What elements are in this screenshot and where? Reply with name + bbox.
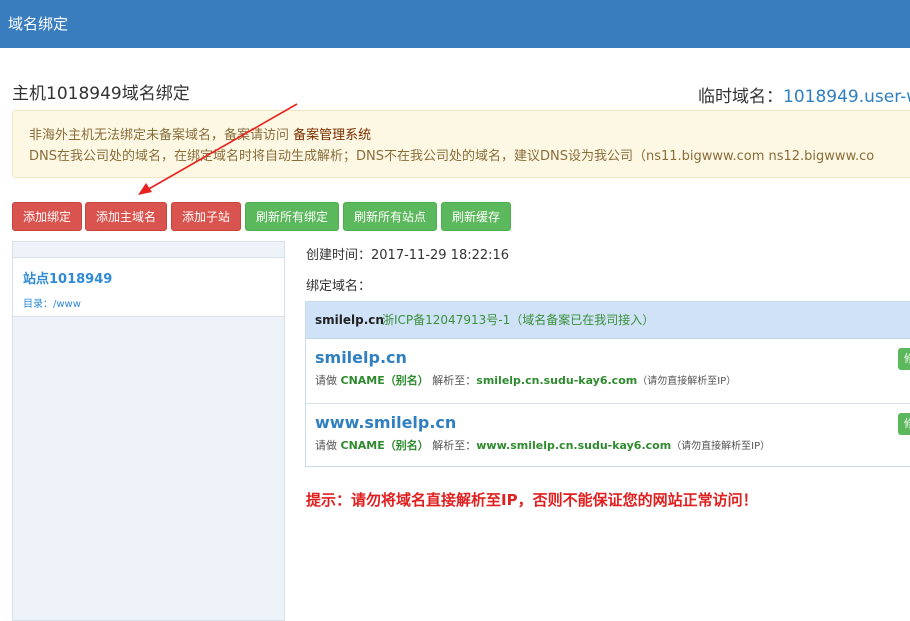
temp-domain-label: 临时域名： — [698, 87, 783, 107]
instruction-mid: 解析至： — [428, 439, 477, 452]
edit-button[interactable]: 修 — [898, 348, 910, 370]
domain-entry: www.smilelp.cn 请做 CNAME（别名） 解析至：www.smil… — [306, 404, 910, 468]
refresh-all-sites-button[interactable]: 刷新所有站点 — [343, 202, 437, 231]
top-bar: 域名绑定 — [0, 0, 910, 48]
filing-system-link[interactable]: 备案管理系统 — [293, 128, 371, 143]
add-binding-button[interactable]: 添加绑定 — [12, 202, 82, 231]
warning-tip: 提示：请勿将域名直接解析至IP，否则不能保证您的网站正常访问！ — [306, 491, 758, 509]
domain-name[interactable]: smilelp.cn — [315, 348, 407, 367]
page-title: 域名绑定 — [8, 15, 69, 33]
add-subsite-button[interactable]: 添加子站 — [171, 202, 241, 231]
temp-domain: 临时域名：1018949.user-w — [698, 82, 910, 107]
created-time: 创建时间：2017-11-29 18:22:16 — [306, 248, 510, 263]
cname-instruction: 请做 CNAME（别名） 解析至：www.smilelp.cn.sudu-kay… — [315, 437, 770, 453]
instruction-prefix: 请做 — [315, 374, 341, 387]
ip-warning-note: （请勿直接解析至IP） — [637, 376, 737, 387]
alert-text: 非海外主机无法绑定未备案域名，备案请访问 — [29, 128, 294, 143]
cname-label: CNAME（别名） — [340, 374, 429, 387]
temp-domain-link[interactable]: 1018949.user-w — [783, 87, 910, 107]
cname-label: CNAME（别名） — [340, 439, 429, 452]
cname-instruction: 请做 CNAME（别名） 解析至：smilelp.cn.sudu-kay6.co… — [315, 372, 736, 388]
add-main-domain-button[interactable]: 添加主域名 — [85, 202, 167, 231]
refresh-all-bindings-button[interactable]: 刷新所有绑定 — [245, 202, 339, 231]
cname-target: smilelp.cn.sudu-kay6.com — [476, 374, 638, 387]
site-directory: 目录：/www — [23, 299, 81, 310]
icp-filing-status: 浙ICP备12047913号-1（域名备案已在我司接入） — [382, 313, 655, 327]
ip-warning-note: （请勿直接解析至IP） — [671, 441, 771, 452]
alert-line-2: DNS在我公司处的域名，在绑定域名时将自动生成解析；DNS不在我公司处的域名，建… — [29, 149, 875, 164]
bound-domains-panel: smilelp.cn 浙ICP备12047913号-1（域名备案已在我司接入） … — [305, 301, 910, 467]
group-domain: smilelp.cn — [315, 313, 384, 327]
domain-name[interactable]: www.smilelp.cn — [315, 413, 456, 432]
domain-group-header: smilelp.cn 浙ICP备12047913号-1（域名备案已在我司接入） — [306, 302, 910, 339]
site-name[interactable]: 站点1018949 — [23, 268, 112, 287]
host-title: 主机1018949域名绑定 — [12, 84, 190, 104]
notice-alert: 非海外主机无法绑定未备案域名，备案请访问 备案管理系统 DNS在我公司处的域名，… — [12, 110, 910, 178]
refresh-cache-button[interactable]: 刷新缓存 — [441, 202, 511, 231]
instruction-mid: 解析至： — [428, 374, 477, 387]
cname-target: www.smilelp.cn.sudu-kay6.com — [476, 439, 672, 452]
domain-entry: smilelp.cn 请做 CNAME（别名） 解析至：smilelp.cn.s… — [306, 339, 910, 404]
edit-button[interactable]: 修 — [898, 413, 910, 435]
instruction-prefix: 请做 — [315, 439, 341, 452]
bound-domains-label: 绑定域名： — [306, 279, 372, 294]
site-card[interactable]: 站点1018949 目录：/www — [13, 257, 284, 317]
alert-line-1: 非海外主机无法绑定未备案域名，备案请访问 备案管理系统 — [29, 126, 910, 146]
site-sidebar: 站点1018949 目录：/www — [12, 241, 285, 621]
